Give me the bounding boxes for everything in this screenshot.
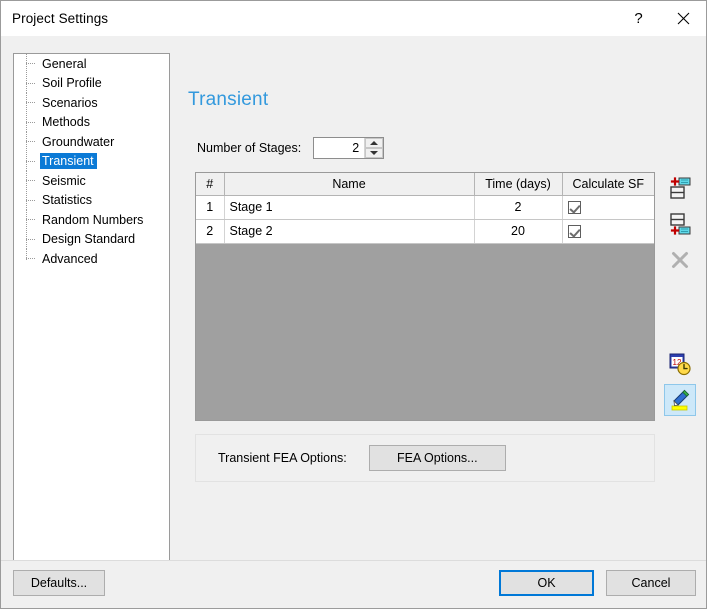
tree-branch-icon <box>22 190 40 211</box>
column-header-calcsf[interactable]: Calculate SF <box>562 173 654 196</box>
tree-branch-icon <box>22 93 40 113</box>
stepper-buttons <box>364 138 384 158</box>
sidebar-item-label: Scenarios <box>42 95 98 110</box>
calculate-sf-cell[interactable] <box>562 219 654 244</box>
sidebar-item-transient[interactable]: Transient <box>14 151 169 172</box>
column-header-index[interactable]: # <box>196 173 225 196</box>
ok-button[interactable]: OK <box>499 570 594 596</box>
stage-time-cell[interactable]: 20 <box>474 219 563 244</box>
tree-branch-icon <box>22 210 40 230</box>
transient-fea-options-group: Transient FEA Options: FEA Options... <box>195 434 655 482</box>
table-row[interactable]: 1 Stage 12 <box>196 195 654 220</box>
help-button[interactable]: ? <box>616 1 661 36</box>
table-header-row: # Name Time (days) Calculate SF <box>196 173 654 196</box>
sidebar-item-label: Groundwater <box>42 134 115 149</box>
stage-name-cell[interactable]: Stage 2 <box>224 219 475 244</box>
sidebar-item-label: Transient <box>40 153 97 170</box>
sidebar-item-groundwater[interactable]: Groundwater <box>14 132 169 152</box>
insert-row-below-button[interactable] <box>664 208 696 240</box>
stepper-down-button[interactable] <box>365 148 384 158</box>
stepper-up-button[interactable] <box>365 138 384 148</box>
project-settings-dialog: Project Settings ? General Soil Profile Sc… <box>0 0 707 609</box>
row-index-cell: 2 <box>196 219 225 244</box>
sidebar-item-random-numbers[interactable]: Random Numbers <box>14 210 169 230</box>
dialog-content: General Soil Profile Scenarios Methods Groun… <box>1 36 706 608</box>
tree-branch-icon <box>22 54 40 74</box>
defaults-button[interactable]: Defaults... <box>13 570 105 596</box>
window-title: Project Settings <box>12 11 109 26</box>
sidebar-item-general[interactable]: General <box>14 54 169 74</box>
stages-grid: # Name Time (days) Calculate SF 1 Stage 1… <box>196 173 654 244</box>
sidebar-item-label: Soil Profile <box>42 76 102 91</box>
dialog-footer: Defaults... OK Cancel <box>1 560 706 608</box>
sidebar-item-soil-profile[interactable]: Soil Profile <box>14 73 169 94</box>
delete-row-button <box>664 244 696 276</box>
delete-row-icon <box>672 252 688 268</box>
transient-fea-options-label: Transient FEA Options: <box>218 451 347 465</box>
insert-row-above-icon <box>670 177 691 199</box>
caption-buttons: ? <box>616 1 706 36</box>
sidebar-item-seismic[interactable]: Seismic <box>14 171 169 191</box>
title-bar: Project Settings ? <box>1 1 706 36</box>
chevron-down-icon <box>370 151 379 155</box>
tree-branch-icon <box>22 132 40 152</box>
sidebar-item-advanced[interactable]: Advanced <box>14 249 169 269</box>
sidebar-item-methods[interactable]: Methods <box>14 112 169 133</box>
checkbox-checked-icon[interactable] <box>567 201 581 215</box>
column-header-name[interactable]: Name <box>224 173 475 196</box>
tree-branch-icon <box>22 171 40 191</box>
tree-branch-icon <box>22 73 40 94</box>
stage-time-cell[interactable]: 2 <box>474 195 563 220</box>
sidebar-item-label: Statistics <box>42 193 93 208</box>
table-row[interactable]: 2 Stage 2 20 <box>196 219 654 244</box>
insert-row-above-button[interactable] <box>664 172 696 204</box>
sidebar-item-label: Random Numbers <box>42 212 144 227</box>
row-index-cell: 1 <box>196 195 225 220</box>
sidebar-item-label: Design Standard <box>42 232 136 247</box>
insert-row-below-icon <box>670 213 691 235</box>
tree-branch-icon <box>22 229 40 250</box>
grid-toolbar: 12 <box>663 172 697 420</box>
tree-branch-icon <box>22 112 40 133</box>
settings-tree[interactable]: General Soil Profile Scenarios Methods Groun… <box>13 53 170 581</box>
stages-table[interactable]: # Name Time (days) Calculate SF 1 Stage 1… <box>195 172 655 421</box>
checkbox-checked-icon[interactable] <box>567 225 581 239</box>
highlighter-icon <box>671 389 690 411</box>
question-mark-icon: ? <box>634 10 643 27</box>
sidebar-item-label: Advanced <box>42 251 98 266</box>
sidebar-item-label: Methods <box>42 115 90 130</box>
number-of-stages-label: Number of Stages: <box>197 141 302 155</box>
column-header-time[interactable]: Time (days) <box>474 173 563 196</box>
highlighter-button[interactable] <box>664 384 696 416</box>
chevron-up-icon <box>370 141 379 145</box>
stage-time-settings-button[interactable]: 12 <box>664 348 696 380</box>
stage-name-cell[interactable]: Stage 1 <box>224 195 475 220</box>
stage-time-settings-icon: 12 <box>669 353 691 376</box>
sidebar-item-scenarios[interactable]: Scenarios <box>14 93 169 113</box>
close-icon <box>677 12 690 25</box>
sidebar-item-label: General <box>42 56 87 71</box>
number-of-stages-stepper[interactable] <box>313 137 385 159</box>
number-of-stages-input[interactable] <box>314 138 365 158</box>
sidebar-item-statistics[interactable]: Statistics <box>14 190 169 211</box>
page-title: Transient <box>188 89 269 110</box>
calculate-sf-cell[interactable] <box>562 195 654 220</box>
fea-options-button[interactable]: FEA Options... <box>368 445 506 471</box>
sidebar-item-design-standard[interactable]: Design Standard <box>14 229 169 250</box>
tree-branch-icon <box>22 249 40 269</box>
number-of-stages-row: Number of Stages: <box>197 137 385 159</box>
tree-branch-icon <box>22 151 40 172</box>
cancel-button[interactable]: Cancel <box>606 570 696 596</box>
sidebar-item-label: Seismic <box>42 173 86 188</box>
close-button[interactable] <box>661 1 706 36</box>
